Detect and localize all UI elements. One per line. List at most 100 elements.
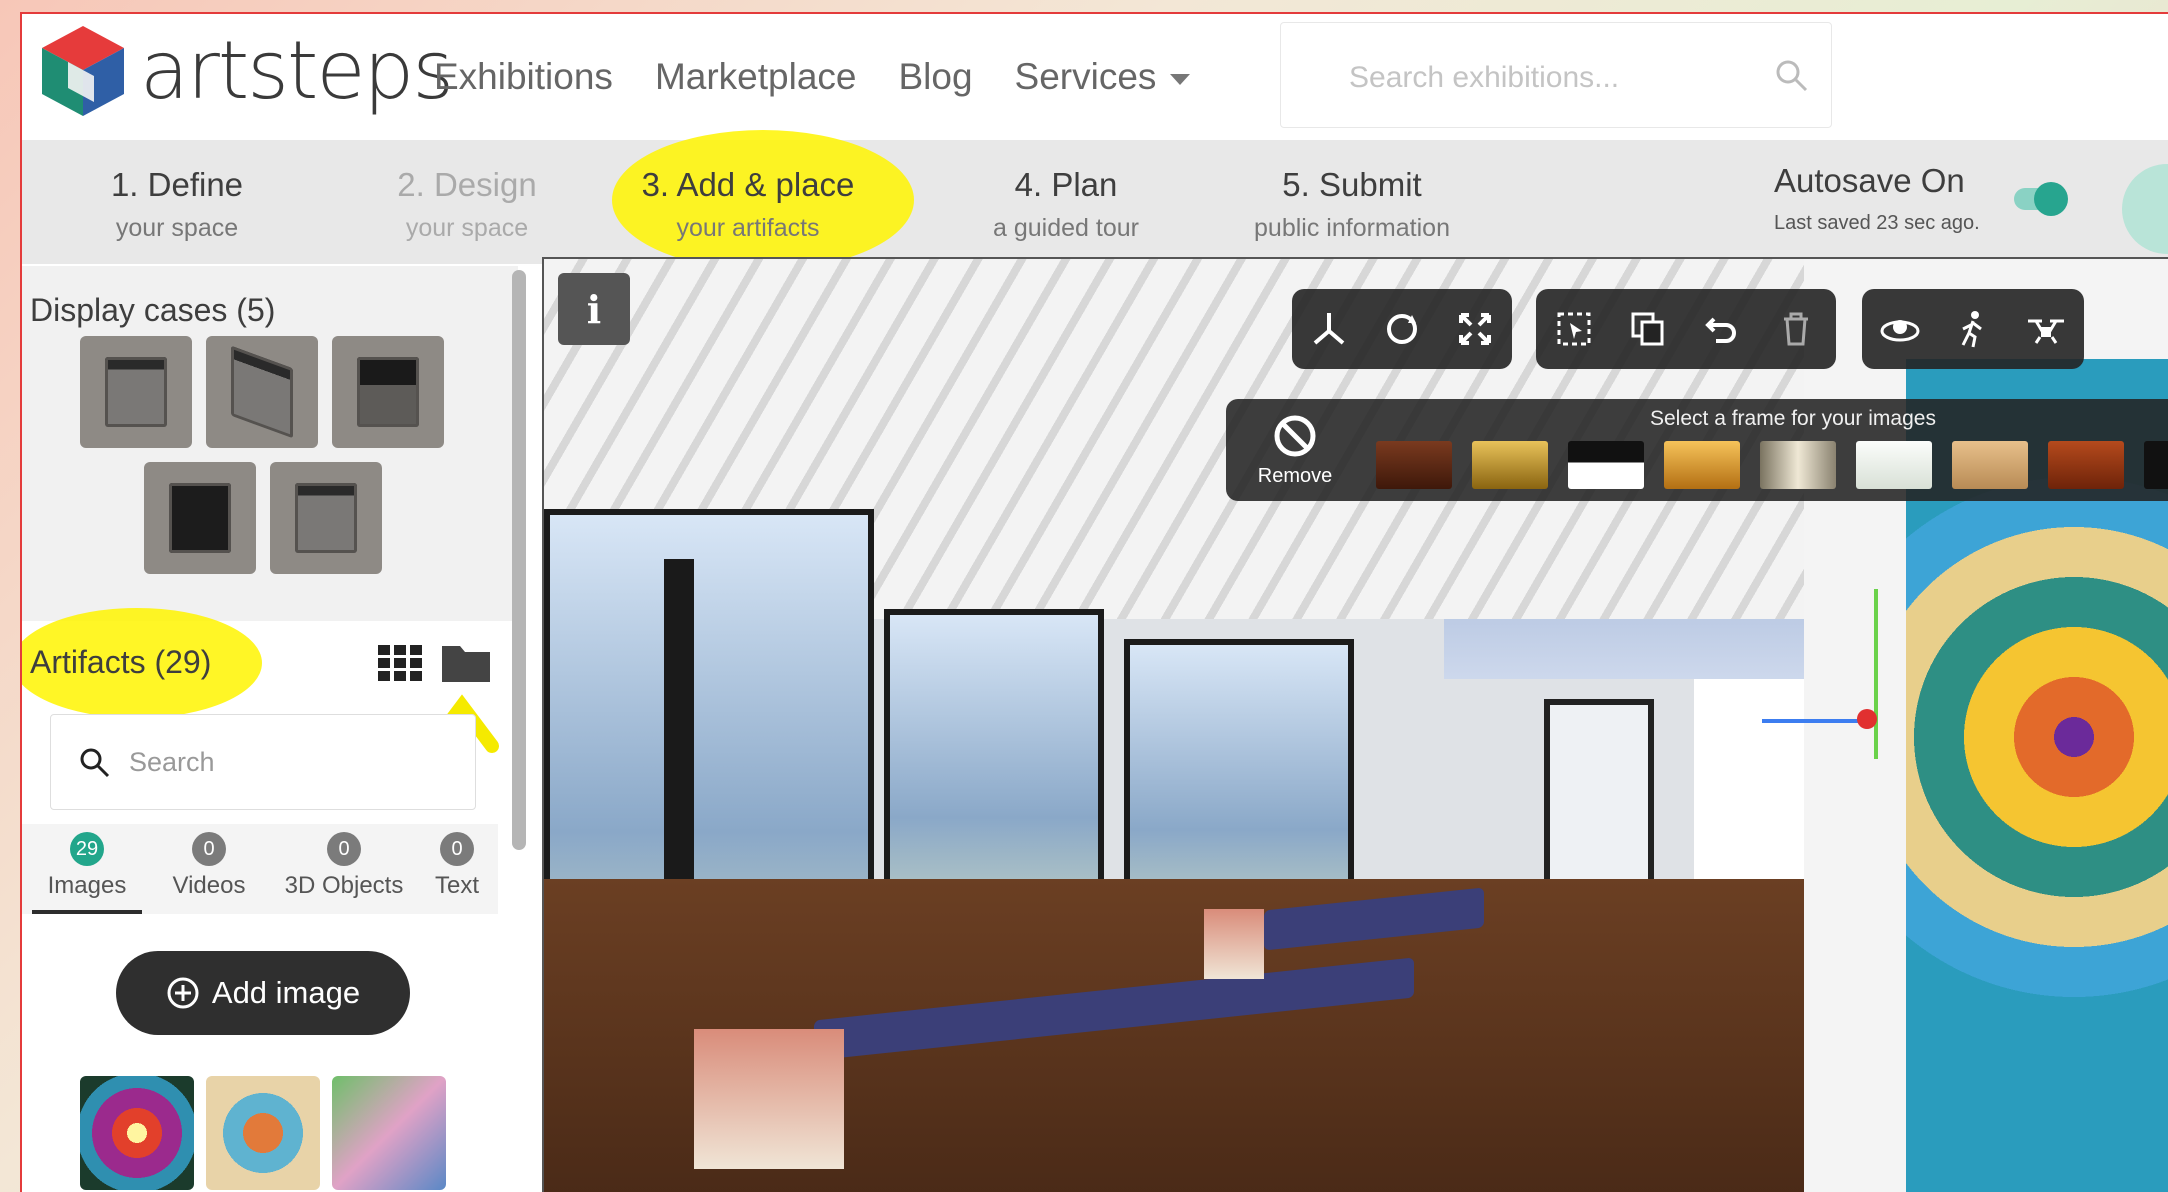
tab-videos[interactable]: 0 Videos bbox=[154, 824, 264, 914]
step-title: 2. Design bbox=[397, 166, 537, 203]
frame-swatch[interactable] bbox=[1472, 441, 1548, 489]
transform-toolbar bbox=[1292, 289, 1512, 369]
artifact-image-thumb[interactable] bbox=[80, 1076, 194, 1190]
tab-label: 3D Objects bbox=[284, 872, 404, 899]
scene-planter bbox=[694, 1029, 844, 1169]
trash-icon[interactable] bbox=[1772, 305, 1820, 353]
scene-planter bbox=[1204, 909, 1264, 979]
undo-icon[interactable] bbox=[1698, 305, 1746, 353]
view-mode-toolbar bbox=[1862, 289, 2084, 369]
frame-swatch[interactable] bbox=[2048, 441, 2124, 489]
grid-view-icon[interactable] bbox=[378, 645, 422, 681]
orbit-view-icon[interactable] bbox=[1876, 305, 1923, 353]
app-window: artsteps Exhibitions Marketplace Blog Se… bbox=[20, 12, 2168, 1192]
nav-services[interactable]: Services bbox=[1015, 56, 1191, 98]
duplicate-icon[interactable] bbox=[1624, 305, 1672, 353]
logo-wordmark: artsteps bbox=[140, 23, 454, 117]
display-case-preview bbox=[105, 357, 167, 427]
nav-marketplace[interactable]: Marketplace bbox=[655, 56, 857, 98]
artsteps-logo[interactable]: artsteps bbox=[34, 20, 454, 120]
nav-blog[interactable]: Blog bbox=[898, 56, 972, 98]
display-case-thumb[interactable] bbox=[80, 336, 192, 448]
folder-icon[interactable] bbox=[440, 640, 492, 684]
nav-services-label: Services bbox=[1014, 56, 1157, 97]
step-subtitle: your artifacts bbox=[676, 214, 820, 242]
3d-objects-count-badge: 0 bbox=[327, 832, 361, 866]
tab-text[interactable]: 0 Text bbox=[422, 824, 492, 914]
no-frame-icon bbox=[1274, 415, 1316, 457]
select-icon[interactable] bbox=[1550, 305, 1598, 353]
display-case-thumb[interactable] bbox=[270, 462, 382, 574]
autosave-status: Autosave On Last saved 23 sec ago. bbox=[1774, 162, 1980, 235]
display-case-preview bbox=[357, 357, 419, 427]
walk-view-icon[interactable] bbox=[1949, 305, 1996, 353]
step-subtitle: your space bbox=[115, 214, 239, 242]
chevron-down-icon bbox=[1170, 73, 1191, 85]
rotate-icon[interactable] bbox=[1379, 305, 1426, 353]
tab-label: Videos bbox=[172, 872, 246, 899]
images-count-badge: 29 bbox=[70, 832, 104, 866]
frame-picker: Remove Select a frame for your images bbox=[1226, 399, 2168, 501]
step-submit[interactable]: 5. Submit public information bbox=[1222, 140, 1482, 264]
display-case-thumb[interactable] bbox=[206, 336, 318, 448]
gizmo-y-axis[interactable] bbox=[1874, 589, 1878, 759]
move-axes-icon[interactable] bbox=[1306, 305, 1353, 353]
step-title: 4. Plan bbox=[1014, 166, 1118, 203]
tab-images[interactable]: 29 Images bbox=[32, 824, 142, 914]
artifact-search-input[interactable]: Search bbox=[50, 714, 476, 810]
artifact-image-thumb[interactable] bbox=[206, 1076, 320, 1190]
frame-swatch[interactable] bbox=[1376, 441, 1452, 489]
display-case-preview bbox=[169, 483, 231, 553]
frame-swatch[interactable] bbox=[1760, 441, 1836, 489]
autosave-toggle[interactable] bbox=[2014, 182, 2068, 216]
artifacts-sidebar: Display cases (5) Artifacts (29) Search … bbox=[22, 266, 542, 1192]
tab-3d-objects[interactable]: 0 3D Objects bbox=[276, 824, 412, 914]
search-placeholder: Search bbox=[129, 747, 215, 777]
step-add-place[interactable]: 3. Add & place your artifacts bbox=[598, 140, 898, 264]
add-image-button[interactable]: Add image bbox=[116, 951, 410, 1035]
step-subtitle: public information bbox=[1254, 214, 1450, 242]
frame-swatch[interactable] bbox=[2144, 441, 2168, 489]
3d-viewport[interactable]: i Remove Select a frame for your images bbox=[542, 257, 2168, 1192]
autosave-title: Autosave On bbox=[1774, 162, 1965, 199]
step-title: 1. Define bbox=[110, 166, 244, 203]
step-define[interactable]: 1. Define your space bbox=[62, 140, 292, 264]
add-image-label: Add image bbox=[211, 975, 361, 1010]
frame-swatch[interactable] bbox=[1952, 441, 2028, 489]
remove-frame-button[interactable]: Remove bbox=[1240, 413, 1350, 488]
step-subtitle: a guided tour bbox=[993, 214, 1139, 242]
search-icon[interactable] bbox=[1775, 59, 1809, 93]
toggle-knob bbox=[2034, 182, 2068, 216]
frame-swatch[interactable] bbox=[1856, 441, 1932, 489]
sidebar-scrollbar[interactable] bbox=[512, 270, 526, 850]
scale-icon[interactable] bbox=[1451, 305, 1498, 353]
display-case-thumb[interactable] bbox=[332, 336, 444, 448]
step-subtitle: your space bbox=[405, 214, 529, 242]
frame-swatch[interactable] bbox=[1664, 441, 1740, 489]
autosave-last-saved: Last saved 23 sec ago. bbox=[1774, 212, 1980, 234]
search-placeholder: Search exhibitions... bbox=[1349, 61, 1620, 94]
info-button[interactable]: i bbox=[558, 273, 630, 345]
nav-exhibitions[interactable]: Exhibitions bbox=[434, 56, 613, 98]
exhibition-search-input[interactable]: Search exhibitions... bbox=[1280, 22, 1832, 128]
text-count-badge: 0 bbox=[440, 832, 474, 866]
artifact-image-thumb[interactable] bbox=[332, 1076, 446, 1190]
step-design[interactable]: 2. Design your space bbox=[352, 140, 582, 264]
user-avatar[interactable] bbox=[2122, 164, 2168, 254]
display-case-thumb[interactable] bbox=[144, 462, 256, 574]
display-case-preview bbox=[295, 483, 357, 553]
gizmo-center[interactable] bbox=[1857, 709, 1877, 729]
drone-view-icon[interactable] bbox=[2023, 305, 2070, 353]
display-cases-section: Display cases (5) bbox=[22, 266, 518, 621]
display-cases-title: Display cases (5) bbox=[30, 292, 276, 328]
frame-picker-title: Select a frame for your images bbox=[1650, 407, 1936, 430]
frame-swatch[interactable] bbox=[1568, 441, 1644, 489]
search-icon bbox=[80, 748, 110, 778]
remove-label: Remove bbox=[1257, 465, 1333, 487]
plus-circle-icon bbox=[167, 977, 199, 1009]
videos-count-badge: 0 bbox=[192, 832, 226, 866]
step-plan[interactable]: 4. Plan a guided tour bbox=[946, 140, 1186, 264]
gizmo-x-axis[interactable] bbox=[1762, 719, 1872, 723]
tab-label: Text bbox=[434, 872, 479, 899]
step-title: 3. Add & place bbox=[641, 166, 855, 203]
